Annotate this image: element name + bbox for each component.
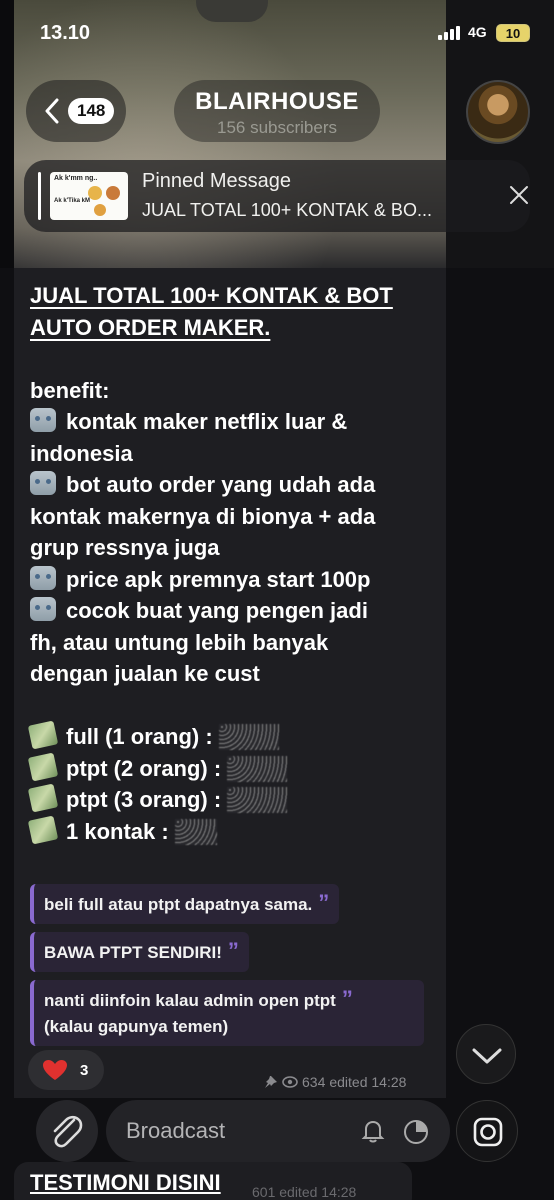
status-bar: 13.10 4G 10	[0, 18, 554, 48]
signal-icon	[438, 26, 464, 40]
eye-icon	[282, 1076, 298, 1088]
heart-icon	[43, 1060, 67, 1080]
price-item: ptpt (3 orang) :	[27, 783, 440, 816]
message-meta: 634 edited 14:28	[262, 1074, 406, 1090]
thumb-text-2: Ak k'Tika kM	[54, 198, 90, 204]
reaction-count: 3	[80, 1061, 89, 1079]
chevron-down-icon	[472, 1048, 502, 1064]
money-icon	[27, 815, 59, 844]
robot-icon	[30, 565, 56, 590]
hidden-spoiler[interactable]	[174, 818, 217, 845]
back-button[interactable]: 148	[26, 80, 126, 142]
scroll-down-button[interactable]	[456, 1024, 516, 1084]
quote-block: beli full atau ptpt dapatnya sama.”	[30, 884, 340, 924]
hidden-spoiler[interactable]	[227, 787, 288, 813]
pinned-label: Pinned Message	[142, 170, 291, 192]
status-time: 13.10	[40, 22, 91, 44]
composer-bar: Broadcast	[0, 1094, 554, 1164]
broadcast-input[interactable]: Broadcast	[106, 1100, 450, 1162]
camera-icon	[473, 1117, 503, 1147]
unread-count-badge: 148	[68, 98, 115, 124]
hidden-spoiler[interactable]	[227, 755, 288, 782]
bell-icon[interactable]	[360, 1118, 386, 1144]
next-message-title: TESTIMONI DISINI	[30, 1170, 221, 1195]
benefit-item: kontak maker netflix luar &	[30, 406, 440, 438]
paperclip-icon	[53, 1115, 83, 1148]
reaction-heart[interactable]: 3	[28, 1050, 104, 1090]
benefit-item: bot auto order yang udah ada	[30, 469, 440, 501]
money-icon	[27, 752, 59, 781]
channel-avatar[interactable]	[466, 80, 530, 144]
quote-block: BAWA PTPT SENDIRI!”	[30, 932, 249, 972]
pinned-text: JUAL TOTAL 100+ KONTAK & BO...	[142, 200, 432, 220]
next-message-meta: 601 edited 14:28	[252, 1184, 357, 1200]
benefit-item: cocok buat yang pengen jadi	[30, 595, 440, 627]
price-item: full (1 orang) :	[27, 720, 440, 753]
view-count: 634	[302, 1074, 326, 1090]
pin-icon	[265, 1076, 277, 1088]
benefit-item: price apk premnya start 100p	[30, 564, 440, 596]
quote-block: nanti diinfoin kalau admin open ptpt” (k…	[30, 980, 424, 1046]
battery-icon: 10	[496, 24, 530, 42]
attach-button[interactable]	[36, 1100, 98, 1162]
subscriber-count: 156 subscribers	[216, 118, 337, 137]
robot-icon	[30, 597, 56, 621]
hidden-spoiler[interactable]	[218, 724, 279, 750]
camera-button[interactable]	[456, 1100, 518, 1162]
edited-time: edited 14:28	[329, 1074, 407, 1090]
money-icon	[27, 720, 59, 750]
message-headline-2: AUTO ORDER MAKER.	[30, 314, 271, 340]
pin-indicator	[38, 172, 41, 220]
chevron-left-icon	[45, 98, 59, 124]
message-text: JUAL TOTAL 100+ KONTAK & BOT AUTO ORDER …	[27, 280, 440, 848]
benefit-label: benefit:	[30, 377, 110, 403]
message-headline-1: JUAL TOTAL 100+ KONTAK & BOT	[30, 283, 393, 308]
channel-title[interactable]: BLAIRHOUSE 156 subscribers	[174, 80, 380, 142]
channel-name: BLAIRHOUSE	[195, 88, 359, 115]
money-icon	[27, 783, 59, 813]
robot-icon	[30, 471, 56, 495]
price-item: 1 kontak :	[27, 815, 440, 848]
price-item: ptpt (2 orang) :	[27, 752, 440, 785]
close-icon[interactable]	[508, 184, 530, 206]
pinned-thumbnail: Ak k'mm ng.. Ak k'Tika kM	[50, 172, 128, 220]
thumb-text-1: Ak k'mm ng..	[54, 175, 98, 182]
robot-icon	[30, 408, 56, 432]
broadcast-placeholder: Broadcast	[126, 1118, 226, 1143]
timer-icon[interactable]	[402, 1118, 430, 1146]
network-type: 4G	[468, 24, 487, 40]
pinned-message-bar[interactable]: Ak k'mm ng.. Ak k'Tika kM Pinned Message…	[24, 160, 530, 232]
